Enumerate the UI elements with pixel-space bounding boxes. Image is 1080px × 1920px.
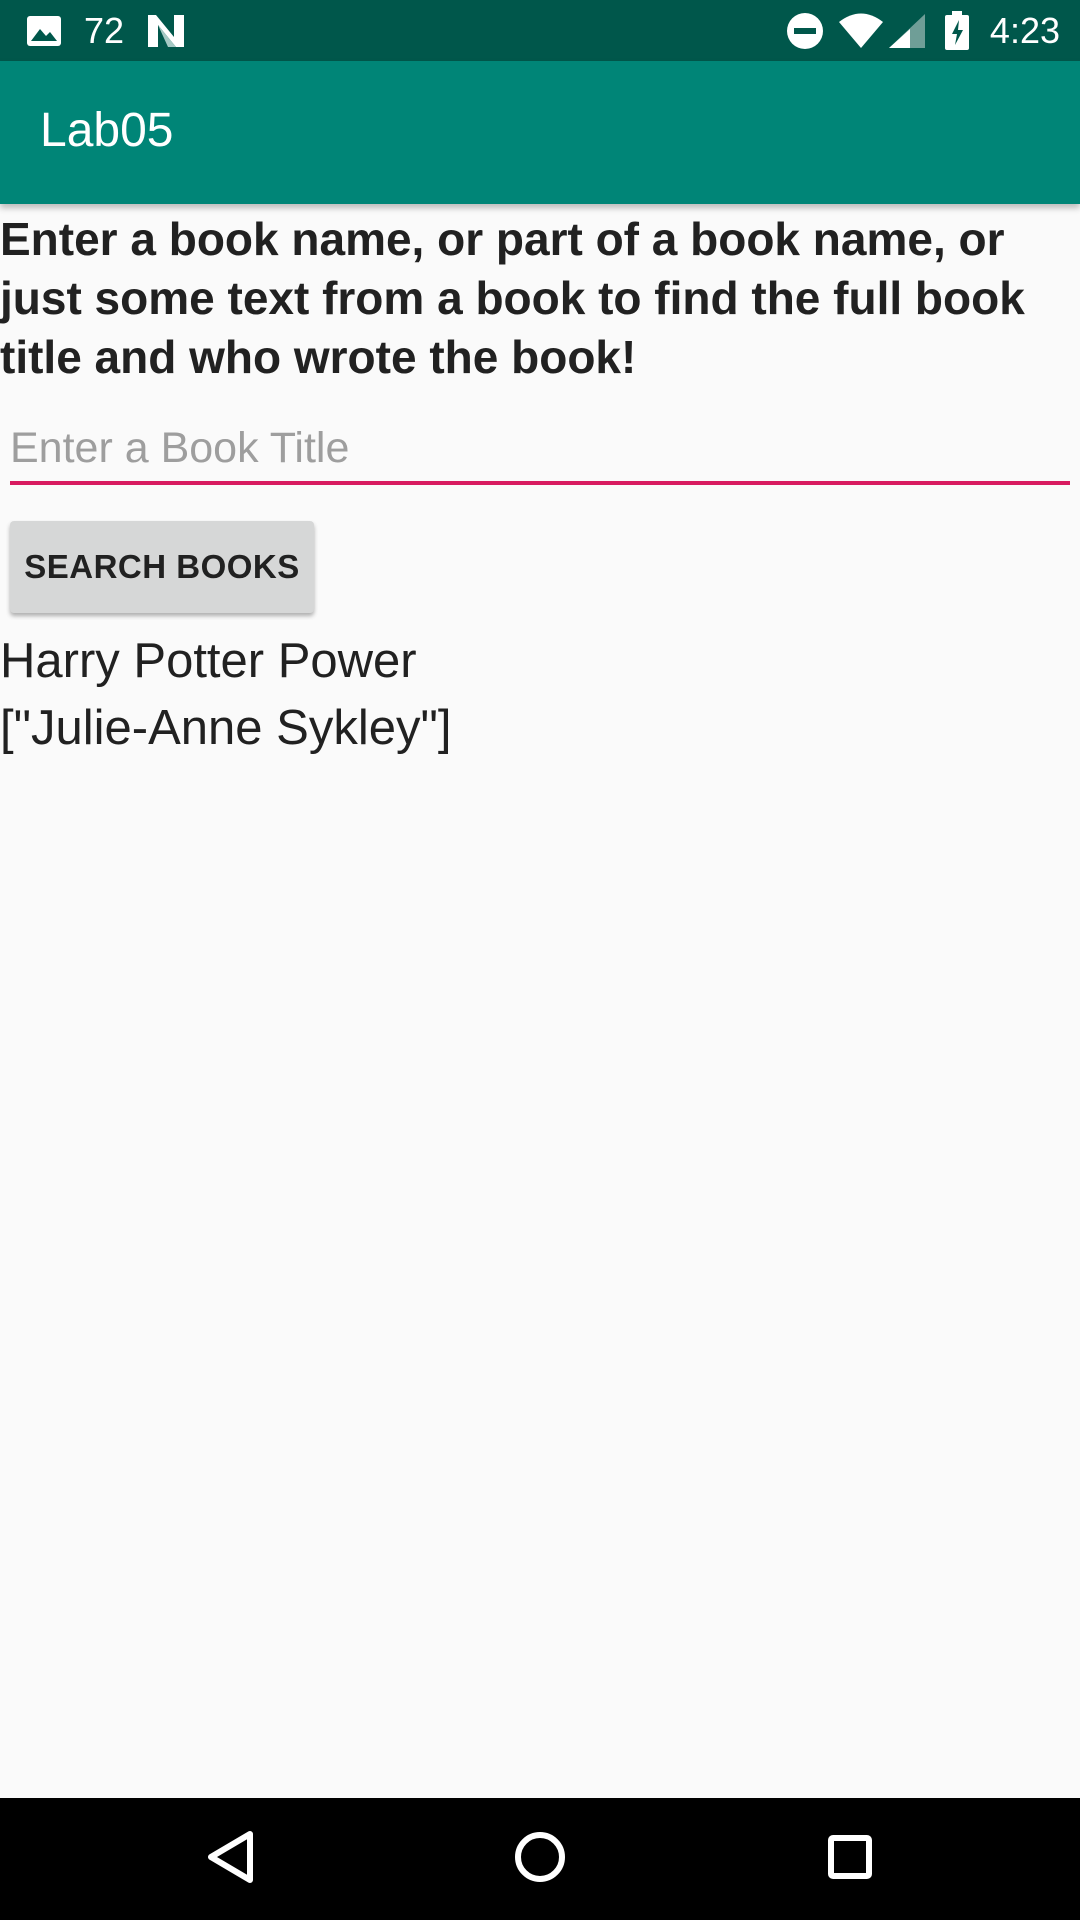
- status-bar: 72 4:23: [0, 0, 1080, 61]
- recents-icon: [827, 1834, 873, 1885]
- result-book-title: Harry Potter Power: [0, 634, 417, 688]
- app-title: Lab05: [40, 104, 174, 157]
- book-title-input[interactable]: [10, 415, 1070, 485]
- battery-charging-icon: [944, 10, 970, 51]
- n-logo-icon: [146, 13, 186, 49]
- do-not-disturb-icon: [786, 12, 824, 50]
- home-icon: [513, 1830, 567, 1889]
- result-book-authors: ["Julie-Anne Sykley"]: [0, 701, 452, 755]
- recents-button[interactable]: [810, 1819, 890, 1899]
- home-button[interactable]: [500, 1819, 580, 1899]
- image-icon: [26, 15, 62, 47]
- search-books-button[interactable]: SEARCH BOOKS: [10, 521, 314, 613]
- status-bar-left: 72: [26, 0, 186, 61]
- status-bar-right: 4:23: [786, 0, 1060, 61]
- cell-signal-icon: [888, 13, 926, 49]
- wifi-icon: [838, 13, 884, 49]
- instructions-text: Enter a book name, or part of a book nam…: [0, 213, 1025, 383]
- back-button[interactable]: [190, 1819, 270, 1899]
- back-icon: [205, 1830, 255, 1889]
- navigation-bar: [0, 1798, 1080, 1920]
- app-bar: Lab05: [0, 61, 1080, 204]
- clock: 4:23: [989, 9, 1060, 51]
- notification-count: 72: [84, 9, 125, 51]
